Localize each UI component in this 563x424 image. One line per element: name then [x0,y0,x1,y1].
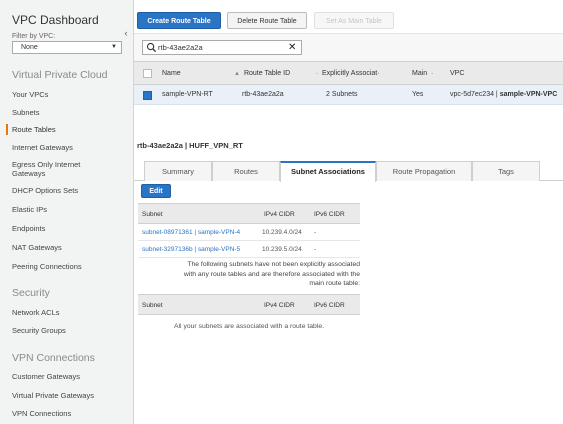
sidebar-item-label: Gateways [12,169,46,178]
row-checkbox[interactable] [143,91,152,100]
chevron-down-icon: ▼ [111,44,117,50]
column-ipv4-cidr[interactable]: IPv4 CIDR [264,204,295,225]
edit-button[interactable]: Edit [141,184,171,198]
vpc-filter-select[interactable]: None ▼ [12,41,122,54]
sidebar-item-network-acls[interactable]: Network ACLs [12,308,60,317]
active-item-indicator [6,124,8,135]
details-tabs: Summary Routes Subnet Associations Route… [134,160,563,182]
table-row[interactable]: sample-VPN-RT rtb-43ae2a2a 2 Subnets Yes… [134,85,563,105]
cell-main: Yes [412,91,424,98]
table-header: Name ▲ Route Table ID - Explicitly Associa… [134,61,563,85]
details-title: rtb-43ae2a2a | HUFF_VPN_RT [137,141,243,150]
notice-line: The following subnets have not been expl… [187,261,360,268]
vpc-filter-value: None [21,44,38,51]
cell-ipv6-cidr: - [314,229,317,236]
table-row: subnet-3297136b | sample-VPN-5 10.239.5.… [138,241,360,258]
tab-tags[interactable]: Tags [472,161,540,181]
sidebar-item-your-vpcs[interactable]: Your VPCs [12,90,48,99]
column-subnet[interactable]: Subnet [142,204,163,225]
column-ipv6-cidr[interactable]: IPv6 CIDR [314,204,345,225]
column-label: Main [412,70,428,77]
vpc-id: vpc-5d7ec234 | [450,91,498,98]
notice-line: with any route tables and are therefore … [183,270,360,278]
section-vpn-connections: VPN Connections [12,352,95,364]
search-value: rtb-43ae2a2a [158,43,203,52]
section-security: Security [12,287,50,299]
notice-line: main route table: [309,280,360,288]
empty-state-message: All your subnets are associated with a r… [174,323,324,330]
column-explicitly-associated[interactable]: - Explicitly Associat· [316,62,380,86]
tab-subnet-associations[interactable]: Subnet Associations [280,161,376,182]
column-label: Route Table ID [243,70,291,77]
search-icon [146,42,157,53]
sidebar-item-egress-only-internet-gateways[interactable]: Egress Only Internet Gateways [12,160,80,178]
column-ipv6-cidr[interactable]: IPv6 CIDR [314,295,345,316]
cell-ipv6-cidr: - [314,246,317,253]
sidebar-item-subnets[interactable]: Subnets [12,108,40,117]
clear-search-icon[interactable]: ✕ [288,41,296,54]
column-subnet[interactable]: Subnet [142,295,163,316]
sidebar-item-label: Egress Only Internet [12,160,81,169]
sort-icon: - [316,71,318,77]
sidebar-item-elastic-ips[interactable]: Elastic IPs [12,205,47,214]
section-virtual-private-cloud: Virtual Private Cloud [12,69,108,81]
column-route-table-id[interactable]: ▲ Route Table ID [234,62,290,86]
sort-icon: ▲ [234,71,240,77]
filter-by-vpc-label: Filter by VPC: [12,33,56,40]
cell-route-table-id: rtb-43ae2a2a [242,91,284,98]
sidebar-item-route-tables[interactable]: Route Tables [12,125,56,134]
table-row: subnet-08971361 | sample-VPN-4 10.239.4.… [138,224,360,241]
sidebar-title[interactable]: VPC Dashboard [12,13,99,27]
sidebar-item-endpoints[interactable]: Endpoints [12,224,45,233]
cell-ipv4-cidr: 10.239.5.0/24 [262,246,302,253]
cell-vpc: vpc-5d7ec234 | sample-VPN-VPC [450,85,563,105]
collapse-sidebar-icon[interactable]: ‹ [120,28,132,40]
sidebar-item-vpn-connections[interactable]: VPN Connections [12,409,71,418]
unassociated-subnets-header: Subnet IPv4 CIDR IPv6 CIDR [138,294,360,315]
cell-ipv4-cidr: 10.239.4.0/24 [262,229,302,236]
sidebar-item-virtual-private-gateways[interactable]: Virtual Private Gateways [12,391,94,400]
subnet-associations-header: Subnet IPv4 CIDR IPv6 CIDR [138,203,360,224]
column-main[interactable]: Main - [412,62,437,86]
column-ipv4-cidr[interactable]: IPv4 CIDR [264,295,295,316]
column-label: Explicitly Associat· [322,70,380,77]
cell-subnet-link[interactable]: subnet-3297136b | sample-VPN-5 [142,241,240,258]
unassociated-subnets-notice: The following subnets have not been expl… [138,260,360,289]
delete-route-table-button[interactable]: Delete Route Table [227,12,307,29]
sort-icon: - [431,71,434,77]
column-name[interactable]: Name [162,62,181,86]
search-bar-row: rtb-43ae2a2a ✕ [134,33,563,61]
sidebar-item-customer-gateways[interactable]: Customer Gateways [12,372,80,381]
tab-summary[interactable]: Summary [144,161,212,181]
cell-subnet-link[interactable]: subnet-08971361 | sample-VPN-4 [142,224,240,241]
tab-route-propagation[interactable]: Route Propagation [376,161,472,181]
sidebar-item-peering-connections[interactable]: Peering Connections [12,262,82,271]
cell-name: sample-VPN-RT [162,91,213,98]
vpc-name: sample-VPN-VPC [499,91,558,98]
sidebar: VPC Dashboard ‹ Filter by VPC: None ▼ Vi… [0,0,134,424]
column-vpc[interactable]: VPC [450,62,464,86]
create-route-table-button[interactable]: Create Route Table [137,12,221,29]
sidebar-item-dhcp-options-sets[interactable]: DHCP Options Sets [12,186,78,195]
search-input[interactable]: rtb-43ae2a2a ✕ [142,40,302,55]
cell-explicit-associations: 2 Subnets [326,91,358,98]
sidebar-item-nat-gateways[interactable]: NAT Gateways [12,243,62,252]
sidebar-item-security-groups[interactable]: Security Groups [12,326,66,335]
select-all-checkbox[interactable] [143,69,152,78]
sidebar-item-internet-gateways[interactable]: Internet Gateways [12,143,73,152]
toolbar: Create Route Table Delete Route Table Se… [134,0,563,33]
set-as-main-table-button[interactable]: Set As Main Table [314,12,394,29]
tab-routes[interactable]: Routes [212,161,280,181]
